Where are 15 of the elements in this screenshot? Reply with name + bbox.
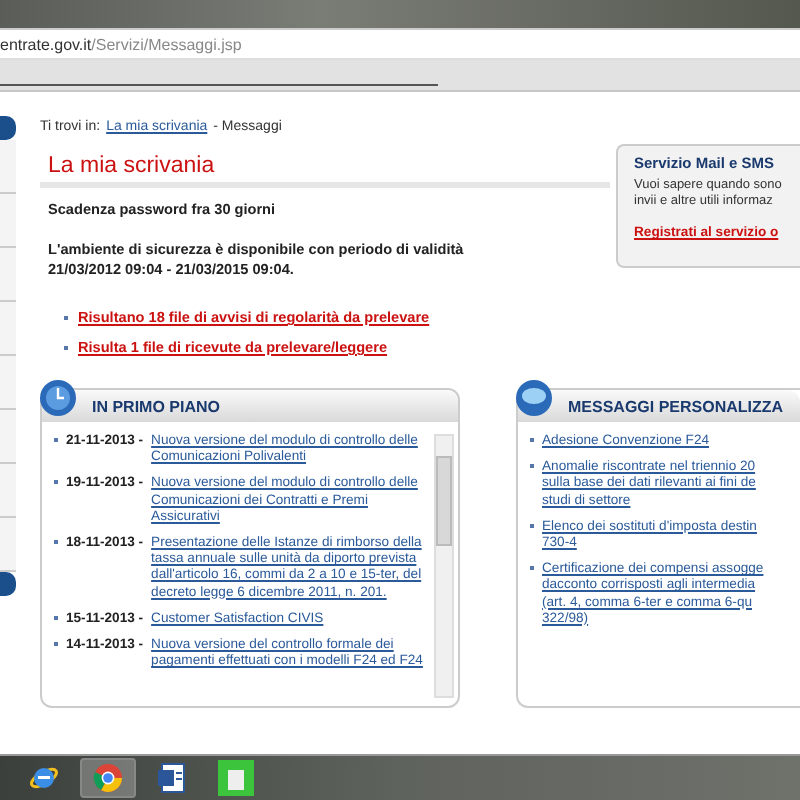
panel-header: MESSAGGI PERSONALIZZA [518,390,800,422]
sidebar-tab[interactable] [0,572,16,596]
sidebar-item[interactable] [0,248,16,302]
sidebar-item[interactable] [0,464,16,518]
address-bar[interactable]: entrate.gov.it/Servizi/Messaggi.jsp [0,28,800,60]
sidebar-item[interactable] [0,194,16,248]
sidebar-item[interactable] [0,410,16,464]
sidebar-item[interactable] [0,302,16,356]
speech-bubble-icon [514,378,554,418]
page-title: La mia scrivania [48,154,217,178]
sidebar-tab[interactable] [0,116,16,140]
sidebar-item[interactable] [0,356,16,410]
scrollbar[interactable] [434,434,454,698]
clock-icon [38,378,78,418]
panel-header: IN PRIMO PIANO [42,390,458,422]
